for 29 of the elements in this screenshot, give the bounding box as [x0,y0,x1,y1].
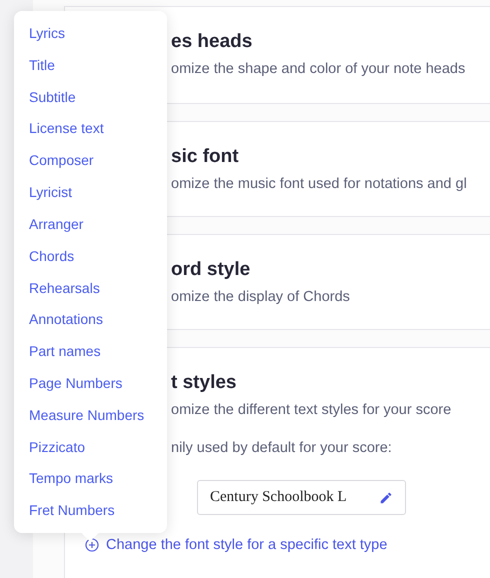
font-family-label: nily used by default for your score: [171,440,393,456]
menu-item[interactable]: Title [29,56,167,88]
section-description: omize the music font used for notations and gl [171,176,468,192]
pencil-icon [379,490,393,504]
section-description: omize the display of Chords [171,289,351,305]
menu-item[interactable]: Pizzicato [29,438,167,470]
menu-item[interactable]: Page Numbers [29,374,167,406]
menu-item[interactable]: Composer [29,151,167,184]
section-title: t styles [171,372,238,394]
section-title: es heads [171,31,254,53]
font-selector[interactable]: Century Schoolbook L [197,480,406,515]
menu-item[interactable]: Lyricist [29,183,167,215]
section-title: ord style [171,259,252,281]
section-description: omize the shape and color of your note heads [171,61,466,77]
menu-item[interactable]: Fret Numbers [29,501,167,533]
section-description: omize the different text styles for your score [171,402,452,418]
menu-item[interactable]: Part names [29,342,167,374]
menu-item[interactable]: Lyrics [29,24,167,56]
menu-item[interactable]: Subtitle [29,88,167,120]
menu-item[interactable]: Tempo marks [29,469,167,502]
section-title: sic font [171,146,240,168]
menu-item[interactable]: Measure Numbers [29,406,167,438]
menu-item[interactable]: Arranger [29,214,167,247]
menu-item[interactable]: Rehearsals [29,278,167,310]
menu-item[interactable]: Annotations [29,310,167,342]
add-circle-icon [85,538,99,552]
change-font-link[interactable]: Change the font style for a specific text type [106,537,388,553]
menu-item[interactable]: Chords [29,246,167,278]
menu-item[interactable]: License text [29,119,167,152]
